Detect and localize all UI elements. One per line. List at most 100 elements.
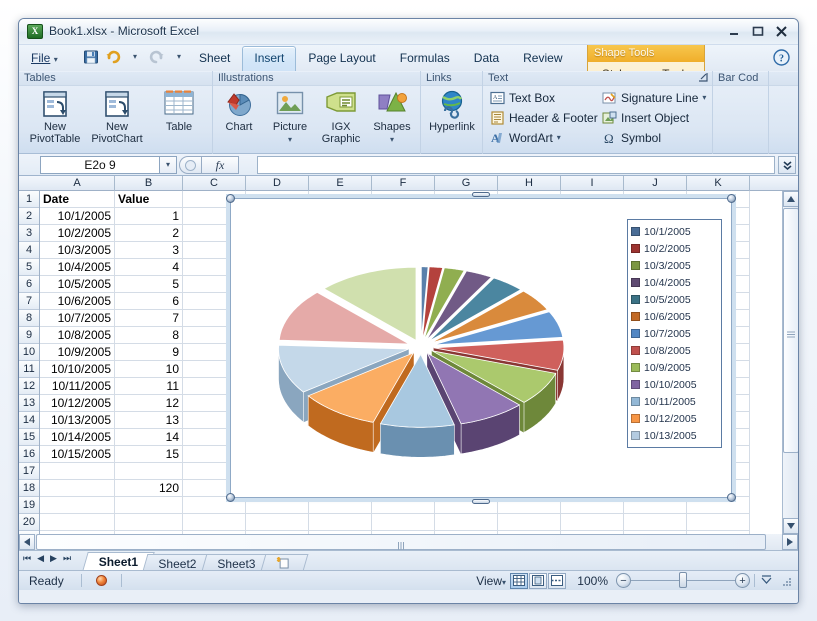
row-header-5[interactable]: 5 xyxy=(19,259,39,276)
cell-A7[interactable]: 10/6/2005 xyxy=(40,293,115,310)
normal-view-button[interactable] xyxy=(510,572,528,589)
cell-B18[interactable]: 120 xyxy=(115,480,183,497)
text-group-dialog-launcher[interactable] xyxy=(698,72,709,83)
header-footer-button[interactable]: Header & Footer xyxy=(489,109,598,127)
next-sheet-icon[interactable]: ▶ xyxy=(50,553,57,564)
igx-graphic-button[interactable]: IGX Graphic xyxy=(316,88,366,145)
cell-J20[interactable] xyxy=(624,514,687,531)
cell-A5[interactable]: 10/4/2005 xyxy=(40,259,115,276)
row-header-16[interactable]: 16 xyxy=(19,446,39,463)
scroll-right-arrow[interactable] xyxy=(782,534,798,550)
cell-A19[interactable] xyxy=(40,497,115,514)
row-header-9[interactable]: 9 xyxy=(19,327,39,344)
picture-dropdown-icon[interactable]: ▾ xyxy=(288,135,292,144)
cell-A16[interactable]: 10/15/2005 xyxy=(40,446,115,463)
save-icon[interactable] xyxy=(81,47,101,67)
tab-sheet[interactable]: Sheet xyxy=(187,46,242,71)
vertical-scrollbar[interactable] xyxy=(782,191,798,550)
vertical-scroll-thumb[interactable] xyxy=(783,208,798,453)
picture-button[interactable]: Picture ▾ xyxy=(265,88,315,145)
zoom-slider[interactable]: − + xyxy=(616,572,750,588)
new-pivotchart-button[interactable]: New PivotChart xyxy=(89,88,145,145)
wordart-dropdown-icon[interactable]: ▾ xyxy=(557,134,561,142)
cell-A14[interactable]: 10/13/2005 xyxy=(40,412,115,429)
undo-icon[interactable] xyxy=(103,47,123,67)
zoom-out-button[interactable]: − xyxy=(616,573,631,588)
horizontal-scrollbar[interactable] xyxy=(19,534,798,550)
cell-B10[interactable]: 9 xyxy=(115,344,183,361)
cell-A12[interactable]: 10/11/2005 xyxy=(40,378,115,395)
legend-item[interactable]: 10/10/2005 xyxy=(631,376,718,393)
cell-E20[interactable] xyxy=(309,514,372,531)
help-icon[interactable]: ? xyxy=(773,49,790,66)
tab-data[interactable]: Data xyxy=(462,46,511,71)
chart-object[interactable]: 10/1/2005 10/2/2005 10/3/2005 10/4/2005 10/5… xyxy=(226,192,736,504)
cell-A11[interactable]: 10/10/2005 xyxy=(40,361,115,378)
first-sheet-icon[interactable]: ⏮ xyxy=(23,553,31,564)
cell-I20[interactable] xyxy=(561,514,624,531)
scroll-down-arrow[interactable] xyxy=(783,518,798,534)
text-box-button[interactable]: A Text Box xyxy=(489,89,555,107)
cell-D20[interactable] xyxy=(246,514,309,531)
cell-A3[interactable]: 10/2/2005 xyxy=(40,225,115,242)
resize-handle-top-right[interactable] xyxy=(727,194,736,203)
customize-icon[interactable]: ▾ xyxy=(169,47,189,67)
tab-formulas[interactable]: Formulas xyxy=(388,46,462,71)
formula-round-button[interactable] xyxy=(179,156,201,174)
cell-G20[interactable] xyxy=(435,514,498,531)
maximize-icon[interactable] xyxy=(747,22,768,40)
cell-B15[interactable]: 14 xyxy=(115,429,183,446)
cell-B16[interactable]: 15 xyxy=(115,446,183,463)
cell-A13[interactable]: 10/12/2005 xyxy=(40,395,115,412)
zoom-track[interactable] xyxy=(631,572,735,588)
resize-handle-top-center[interactable] xyxy=(472,192,490,197)
zoom-level-label[interactable]: 100% xyxy=(570,574,608,588)
file-tab[interactable]: File ▾ xyxy=(27,49,66,67)
cell-A1[interactable]: Date xyxy=(40,191,115,208)
cell-B9[interactable]: 8 xyxy=(115,327,183,344)
cell-F19[interactable] xyxy=(372,497,435,514)
column-header-D[interactable]: D xyxy=(246,176,309,191)
row-header-1[interactable]: 1 xyxy=(19,191,39,208)
chart-legend[interactable]: 10/1/2005 10/2/2005 10/3/2005 10/4/2005 10/5… xyxy=(627,219,722,448)
cell-B19[interactable] xyxy=(115,497,183,514)
status-expand-icon[interactable] xyxy=(759,573,774,588)
column-header-C[interactable]: C xyxy=(183,176,246,191)
cell-A4[interactable]: 10/3/2005 xyxy=(40,242,115,259)
row-header-15[interactable]: 15 xyxy=(19,429,39,446)
legend-item[interactable]: 10/4/2005 xyxy=(631,274,718,291)
cell-D19[interactable] xyxy=(246,497,309,514)
prev-sheet-icon[interactable]: ◀ xyxy=(37,553,44,564)
cell-B12[interactable]: 11 xyxy=(115,378,183,395)
resize-handle-bottom-center[interactable] xyxy=(472,499,490,504)
cell-E19[interactable] xyxy=(309,497,372,514)
view-menu-button[interactable]: View▾ xyxy=(476,574,506,588)
row-header-12[interactable]: 12 xyxy=(19,378,39,395)
legend-item[interactable]: 10/1/2005 xyxy=(631,223,718,240)
cell-A10[interactable]: 10/9/2005 xyxy=(40,344,115,361)
legend-item[interactable]: 10/6/2005 xyxy=(631,308,718,325)
name-box-dropdown-icon[interactable]: ▾ xyxy=(160,156,177,174)
column-header-K[interactable]: K xyxy=(687,176,750,191)
cell-B13[interactable]: 12 xyxy=(115,395,183,412)
row-header-8[interactable]: 8 xyxy=(19,310,39,327)
cell-A6[interactable]: 10/5/2005 xyxy=(40,276,115,293)
zoom-thumb[interactable] xyxy=(679,572,687,588)
cell-C19[interactable] xyxy=(183,497,246,514)
cell-B20[interactable] xyxy=(115,514,183,531)
legend-item[interactable]: 10/12/2005 xyxy=(631,410,718,427)
cell-B4[interactable]: 3 xyxy=(115,242,183,259)
cell-B5[interactable]: 4 xyxy=(115,259,183,276)
signature-line-dropdown-icon[interactable]: ▾ xyxy=(702,94,706,102)
legend-item[interactable]: 10/13/2005 xyxy=(631,427,718,444)
row-header-17[interactable]: 17 xyxy=(19,463,39,480)
legend-item[interactable]: 10/5/2005 xyxy=(631,291,718,308)
cell-A2[interactable]: 10/1/2005 xyxy=(40,208,115,225)
cell-B1[interactable]: Value xyxy=(115,191,183,208)
symbol-button[interactable]: Ω Symbol xyxy=(601,129,662,147)
row-header-3[interactable]: 3 xyxy=(19,225,39,242)
insert-function-button[interactable]: fx xyxy=(201,156,239,174)
cell-B8[interactable]: 7 xyxy=(115,310,183,327)
column-header-G[interactable]: G xyxy=(435,176,498,191)
cell-B11[interactable]: 10 xyxy=(115,361,183,378)
